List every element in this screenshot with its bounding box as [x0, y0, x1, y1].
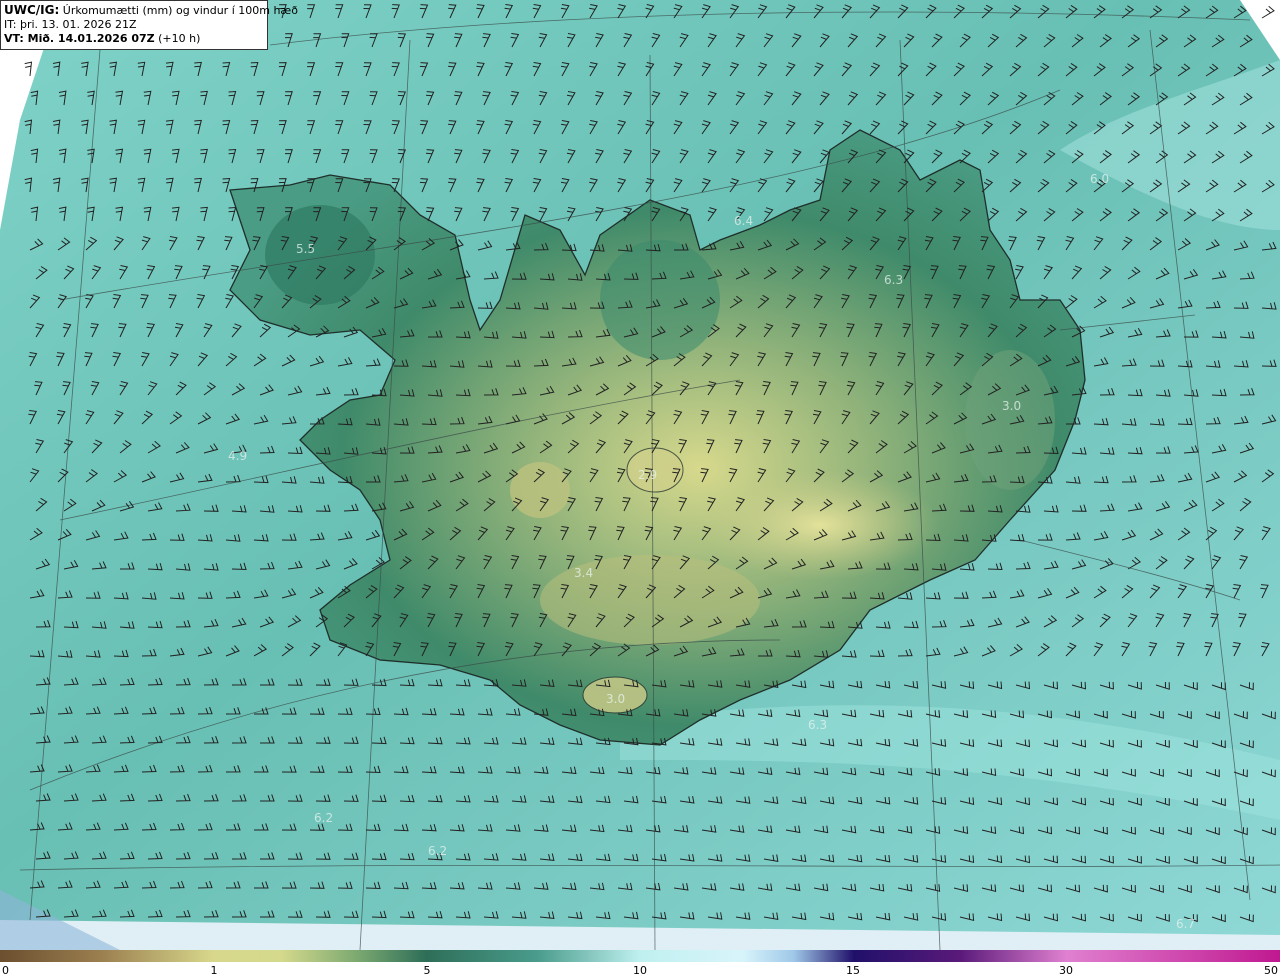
map-value: 5.5 — [296, 242, 315, 256]
initial-time: IT: þri. 13. 01. 2026 21Z — [4, 18, 137, 31]
map-value: 3.0 — [1002, 399, 1021, 413]
colorbar-tick: 30 — [1059, 964, 1073, 977]
colorbar-tick: 10 — [633, 964, 647, 977]
colorbar-tick: 1 — [210, 964, 218, 977]
map-value: 6.2 — [428, 844, 447, 858]
map-value: 6.3 — [808, 718, 827, 732]
map-value: 6.7 — [1176, 917, 1195, 931]
map-value: 6.2 — [314, 811, 333, 825]
colorbar-labels: 0 1 5 10 15 30 50 — [0, 962, 1280, 978]
map-title-line: UWC/IG: Úrkomumætti (mm) og vindur í 100… — [4, 3, 298, 18]
eastfjords-area — [965, 350, 1055, 490]
map-value: 6.0 — [1090, 172, 1109, 186]
colorbar-tick: 15 — [846, 964, 860, 977]
vatnajokull-area — [700, 470, 940, 580]
map-value: 3.4 — [574, 566, 593, 580]
map-value: 6.3 — [884, 273, 903, 287]
map-info-box: UWC/IG: Úrkomumætti (mm) og vindur í 100… — [0, 0, 298, 50]
colorbar-tick: 5 — [423, 964, 431, 977]
map-value: 2.9 — [638, 468, 657, 482]
map-title: Úrkomumætti (mm) og vindur í 100m hæð — [62, 4, 298, 17]
colorbar-tick: 50 — [1264, 964, 1278, 977]
valid-time: VT: Mið. 14.01.2026 07Z — [4, 32, 155, 45]
precipitation-wind-map: 5.5 6.3 3.0 4.9 2.9 3.4 3.0 6.2 6.2 6.7 … — [0, 0, 1280, 950]
valid-time-line: VT: Mið. 14.01.2026 07Z (+10 h) — [4, 32, 264, 46]
model-name: UWC/IG: — [4, 3, 60, 17]
north-dark — [600, 240, 720, 360]
map-value: 3.0 — [606, 692, 625, 706]
westfjords-dark — [265, 205, 375, 305]
colorbar — [0, 950, 1280, 962]
highland-center — [540, 555, 760, 645]
colorbar-tick: 0 — [2, 964, 9, 977]
map-value: 4.9 — [228, 449, 247, 463]
map-value: 6.4 — [734, 214, 753, 228]
forecast-hour: (+10 h) — [158, 32, 201, 45]
